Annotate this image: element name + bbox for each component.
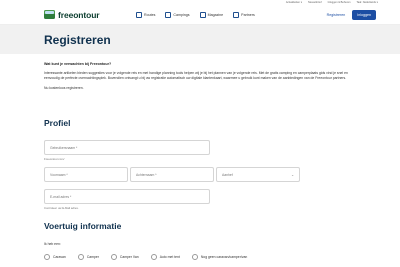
register-link[interactable]: Registreren	[327, 13, 346, 17]
nav-label-magazine: Magazine	[207, 13, 224, 17]
intro-section: Wat kunt je verwachten bij Freeontour? I…	[44, 62, 359, 90]
page-hero: Registreren	[0, 25, 400, 54]
nav-label-campings: Campings	[173, 13, 190, 17]
firstname-field[interactable]: Voornaam *	[44, 167, 128, 182]
logo-text: freeontour	[58, 9, 100, 20]
intro-note: Nu kostenloos registreren.	[44, 86, 84, 90]
vehicle-section-title: Voertuig informatie	[44, 221, 122, 231]
vehicle-option-none[interactable]: Nog geen caravan/camper/van	[191, 254, 248, 260]
vehicle-question: Ik heb een:	[44, 242, 61, 246]
topbar-newsletter-link[interactable]: Nieuwsbrief	[308, 1, 322, 4]
logo[interactable]: freeontour	[44, 10, 100, 20]
username-help: Freeontour.com/	[44, 157, 65, 161]
topbar-login-link[interactable]: Inloggen & Beheren	[328, 1, 351, 4]
vehicle-options: Caravan Camper Camper Van Auto met tent …	[44, 254, 247, 260]
email-field[interactable]: E-mail adres *	[44, 189, 210, 204]
topbar-language-select[interactable]: Taal: Nederlands ▾	[357, 1, 379, 4]
nav-item-magazine[interactable]: Magazine	[199, 12, 224, 18]
nav-label-routes: Routes	[144, 13, 156, 17]
username-field[interactable]: Gebruikersnaam *	[44, 140, 210, 155]
vehicle-option-camper-van[interactable]: Camper Van	[110, 254, 139, 260]
logo-icon	[44, 10, 55, 19]
vehicle-option-label: Auto met tent	[159, 255, 180, 259]
profile-section-title: Profiel	[44, 118, 71, 128]
radio-icon	[110, 254, 117, 260]
route-icon	[136, 12, 142, 18]
vehicle-option-label: Caravan	[53, 255, 66, 259]
nav-item-campings[interactable]: Campings	[165, 12, 190, 18]
login-button[interactable]: Inloggen	[352, 10, 376, 20]
chevron-down-icon: ⌄	[291, 173, 294, 177]
handshake-icon	[233, 12, 240, 18]
vehicle-option-label: Camper	[86, 255, 99, 259]
header-actions: Registreren Inloggen	[327, 5, 376, 25]
vehicle-option-car-tent[interactable]: Auto met tent	[150, 254, 180, 260]
radio-icon	[191, 254, 198, 260]
radio-icon	[77, 254, 84, 260]
main-nav: Routes Campings Magazine Partners	[136, 5, 255, 25]
radio-icon	[44, 254, 50, 260]
vehicle-option-label: Camper Van	[119, 255, 139, 259]
page-title: Registreren	[44, 33, 111, 47]
topbar-news-link[interactable]: Actualiteiten ▾	[286, 1, 302, 4]
intro-question: Wat kunt je verwachten bij Freeontour?	[44, 62, 112, 66]
vehicle-option-label: Nog geen caravan/camper/van	[200, 255, 248, 259]
vehicle-option-caravan[interactable]: Caravan	[44, 254, 66, 260]
nav-item-partners[interactable]: Partners	[233, 12, 255, 18]
nav-label-partners: Partners	[241, 13, 255, 17]
tent-icon	[165, 12, 172, 18]
email-help: Controleer uw E-Mail adres.	[44, 206, 79, 210]
intro-text: Interessante artikelen bieden suggesties…	[44, 71, 348, 80]
nav-item-routes[interactable]: Routes	[136, 12, 155, 18]
radio-icon	[150, 254, 157, 260]
gender-select[interactable]: Aanhef ⌄	[216, 167, 300, 182]
gender-select-value: Aanhef	[222, 173, 233, 177]
site-header: freeontour Routes Campings Magazine Part…	[0, 5, 400, 25]
magazine-icon	[199, 12, 206, 18]
lastname-field[interactable]: Achternaam *	[130, 167, 214, 182]
vehicle-option-camper[interactable]: Camper	[77, 254, 99, 260]
